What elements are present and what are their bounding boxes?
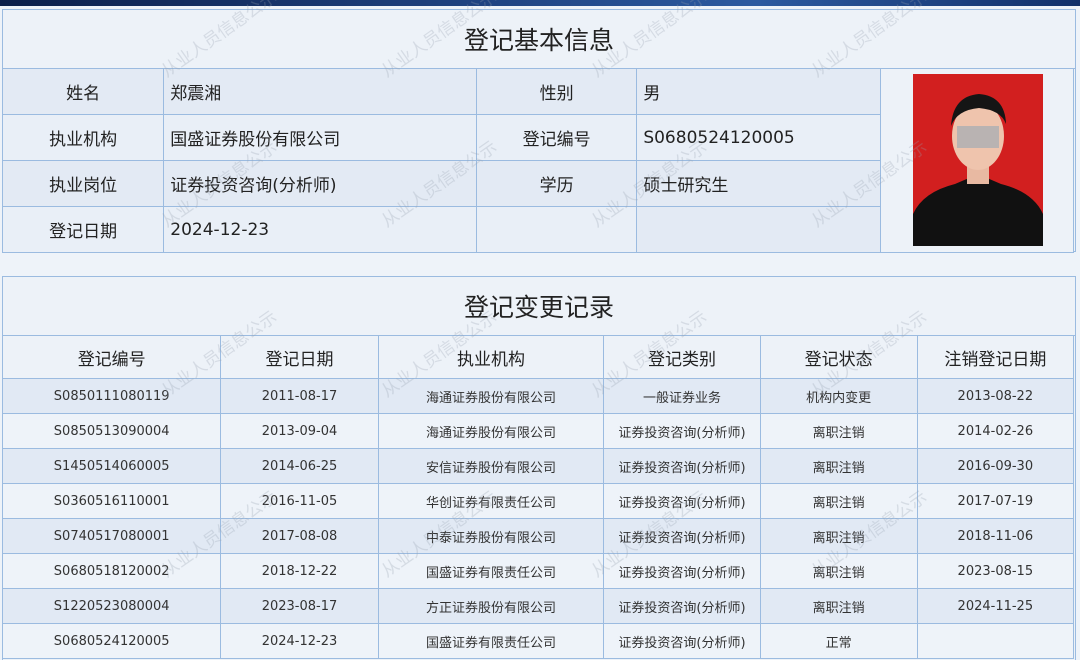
cell-category: 一般证券业务 [603,378,761,414]
cell-cancel-date: 2014-02-26 [916,413,1075,449]
value-name: 郑震湘 [163,68,478,115]
cell-reg-date: 2024-12-23 [220,623,379,659]
cell-category: 证券投资咨询(分析师) [603,518,761,554]
basic-info-panel: 登记基本信息 姓名 郑震湘 性别 男 执业机构 国盛证券股份有限公司 登记编号 … [1,9,1076,253]
cell-category: 证券投资咨询(分析师) [603,588,761,624]
cell-status: 离职注销 [759,448,918,484]
cell-reg-no: S0850513090004 [1,413,222,449]
value-position: 证券投资咨询(分析师) [163,160,478,207]
cell-reg-date: 2017-08-08 [220,518,379,554]
cell-cancel-date: 2016-09-30 [916,448,1075,484]
label-position: 执业岗位 [1,160,165,207]
empty-cell [476,206,638,253]
cell-category: 证券投资咨询(分析师) [603,483,761,519]
cell-reg-no: S0680518120002 [1,553,222,589]
table-row: S0740517080001 2017-08-08 中泰证券股份有限公司 证券投… [1,518,1075,554]
value-org: 国盛证券股份有限公司 [163,114,478,161]
cell-category: 证券投资咨询(分析师) [603,413,761,449]
cell-reg-no: S0360516110001 [1,483,222,519]
empty-cell [636,206,881,253]
cell-status: 离职注销 [759,553,918,589]
cell-cancel-date: 2013-08-22 [916,378,1075,414]
label-education: 学历 [476,160,638,207]
photo-cell [879,68,1075,253]
basic-info-title: 登记基本信息 [3,10,1075,69]
cell-reg-date: 2018-12-22 [220,553,379,589]
cell-status: 机构内变更 [759,378,918,414]
value-education: 硕士研究生 [636,160,881,207]
table-row: S1450514060005 2014-06-25 安信证券股份有限公司 证券投… [1,448,1075,484]
label-org: 执业机构 [1,114,165,161]
cell-reg-date: 2014-06-25 [220,448,379,484]
cell-org: 华创证券有限责任公司 [377,483,605,519]
basic-info-table: 姓名 郑震湘 性别 男 执业机构 国盛证券股份有限公司 登记编号 S068052… [1,68,1075,253]
cell-category: 证券投资咨询(分析师) [603,553,761,589]
cell-reg-no: S0850111080119 [1,378,222,414]
label-reg-no: 登记编号 [476,114,638,161]
label-gender: 性别 [476,68,638,115]
change-records-panel: 登记变更记录 登记编号 登记日期 执业机构 登记类别 登记状态 注销登记日期 S… [1,276,1076,660]
table-header-row: 登记编号 登记日期 执业机构 登记类别 登记状态 注销登记日期 [1,335,1075,379]
cell-status: 离职注销 [759,588,918,624]
cell-reg-no: S0680524120005 [1,623,222,659]
cell-cancel-date: 2023-08-15 [916,553,1075,589]
change-records-table: 登记编号 登记日期 执业机构 登记类别 登记状态 注销登记日期 S0850111… [1,335,1075,659]
cell-category: 证券投资咨询(分析师) [603,623,761,659]
value-reg-no: S0680524120005 [636,114,881,161]
table-row: S0680524120005 2024-12-23 国盛证券有限责任公司 证券投… [1,623,1075,659]
cell-reg-no: S1220523080004 [1,588,222,624]
top-banner-strip [0,0,1080,6]
label-name: 姓名 [1,68,165,115]
profile-photo [912,74,1043,246]
cell-reg-date: 2011-08-17 [220,378,379,414]
cell-status: 离职注销 [759,483,918,519]
cell-org: 海通证券股份有限公司 [377,413,605,449]
person-silhouette-icon [912,94,1043,246]
cell-cancel-date: 2017-07-19 [916,483,1075,519]
table-row: S0360516110001 2016-11-05 华创证券有限责任公司 证券投… [1,483,1075,519]
cell-org: 方正证券股份有限公司 [377,588,605,624]
cell-reg-date: 2016-11-05 [220,483,379,519]
cell-reg-no: S1450514060005 [1,448,222,484]
cell-cancel-date [916,623,1075,659]
cell-status: 离职注销 [759,413,918,449]
column-header: 执业机构 [377,335,605,379]
value-reg-date: 2024-12-23 [163,206,478,253]
column-header: 登记状态 [759,335,918,379]
column-header: 登记编号 [1,335,222,379]
table-row: S0680518120002 2018-12-22 国盛证券有限责任公司 证券投… [1,553,1075,589]
cell-category: 证券投资咨询(分析师) [603,448,761,484]
column-header: 登记日期 [220,335,379,379]
table-row: S1220523080004 2023-08-17 方正证券股份有限公司 证券投… [1,588,1075,624]
column-header: 登记类别 [603,335,761,379]
cell-org: 国盛证券有限责任公司 [377,553,605,589]
value-gender: 男 [636,68,881,115]
change-records-title: 登记变更记录 [3,277,1075,336]
cell-reg-date: 2013-09-04 [220,413,379,449]
cell-reg-no: S0740517080001 [1,518,222,554]
cell-org: 海通证券股份有限公司 [377,378,605,414]
cell-cancel-date: 2018-11-06 [916,518,1075,554]
cell-org: 安信证券股份有限公司 [377,448,605,484]
table-row: S0850513090004 2013-09-04 海通证券股份有限公司 证券投… [1,413,1075,449]
cell-status: 离职注销 [759,518,918,554]
info-row-name: 姓名 郑震湘 性别 男 [1,68,1075,253]
label-reg-date: 登记日期 [1,206,165,253]
cell-cancel-date: 2024-11-25 [916,588,1075,624]
cell-reg-date: 2023-08-17 [220,588,379,624]
cell-org: 国盛证券有限责任公司 [377,623,605,659]
cell-org: 中泰证券股份有限公司 [377,518,605,554]
table-row: S0850111080119 2011-08-17 海通证券股份有限公司 一般证… [1,378,1075,414]
cell-status: 正常 [759,623,918,659]
column-header: 注销登记日期 [916,335,1075,379]
